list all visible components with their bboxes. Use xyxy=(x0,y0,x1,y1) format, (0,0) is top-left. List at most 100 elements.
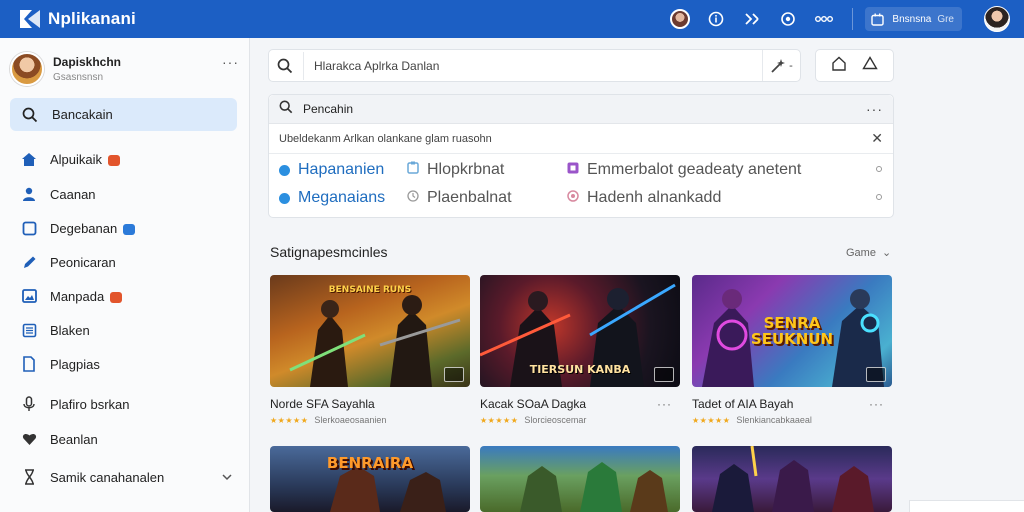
sidebar-item-label: Alpuikaik xyxy=(50,151,103,167)
topbar-button-extra: Gre xyxy=(937,13,954,25)
profile-block[interactable]: Dapiskhchn Gsasnsnsn xyxy=(10,52,121,86)
chevron-down-icon[interactable] xyxy=(222,470,232,484)
section-filter-dropdown[interactable]: Game ⌄ xyxy=(846,246,891,259)
game-title: Kacak SOaA Dagka xyxy=(480,397,587,411)
top-avatar-small[interactable] xyxy=(670,9,691,29)
settings-icon[interactable] xyxy=(778,9,798,29)
sidebar-item-search[interactable]: Bancakain xyxy=(10,98,237,131)
suggestion-radio[interactable] xyxy=(876,166,882,172)
image-icon xyxy=(20,287,38,305)
suggestion-label: Meganaians xyxy=(298,189,386,206)
game-art-title: SENRA SEUKNUN xyxy=(750,314,834,348)
search-suggestion-panel: Pencahin ··· Ubeldekanm Arlkan olankane … xyxy=(268,94,894,218)
topbar-action-button[interactable]: Bnsnsna Gre xyxy=(865,7,962,31)
panel-title: Pencahin xyxy=(303,102,354,116)
person-icon xyxy=(20,185,38,203)
sidebar-item-1[interactable]: Alpuikaik xyxy=(20,148,121,170)
sidebar-item-5[interactable]: Manpada xyxy=(20,285,123,307)
game-thumbnail[interactable] xyxy=(480,446,680,512)
game-subtitle: Slorcieoscemar xyxy=(524,415,587,425)
sidebar-item-4[interactable]: Peonicaran xyxy=(20,251,116,273)
suggestion-item[interactable]: Hapananien xyxy=(279,161,384,179)
suggestion-item[interactable]: Emmerbalot geadeaty anetent xyxy=(567,161,801,179)
corner-widget[interactable] xyxy=(909,500,1024,512)
calendar-icon xyxy=(871,13,885,26)
top-bar: Nplikanani Bnsnsna Gre xyxy=(0,0,1024,38)
game-thumbnail[interactable]: BENSAINE RUNS xyxy=(270,275,470,387)
sidebar-item-10[interactable]: Samik canahanalen xyxy=(20,466,164,488)
section-title: Satignapesmcinles xyxy=(270,244,388,260)
sidebar-item-2[interactable]: Caanan xyxy=(20,183,96,205)
sidebar-item-label: Bancakain xyxy=(52,107,113,122)
sidebar-item-label: Caanan xyxy=(50,186,96,202)
topbar-button-label: Bnsnsna xyxy=(892,13,932,25)
more-options-icon[interactable]: ··· xyxy=(866,101,883,117)
game-art-title: BENRAIRA xyxy=(326,454,414,472)
hourglass-icon xyxy=(20,468,38,486)
logo-icon xyxy=(18,8,42,30)
apps-icon[interactable] xyxy=(814,9,834,29)
sidebar-item-label: Peonicaran xyxy=(50,254,116,270)
magic-tool-button[interactable]: - xyxy=(762,50,800,81)
chevron-down-icon: ⌄ xyxy=(882,247,892,259)
game-subtitle: Slerkoaeosaanien xyxy=(314,415,387,425)
grid-icon[interactable] xyxy=(742,9,762,29)
game-card[interactable]: BENSAINE RUNS Norde SFA Sayahla ★★★★★ Sl… xyxy=(270,275,470,425)
pen-icon xyxy=(20,253,38,271)
sidebar-item-label: Blaken xyxy=(50,322,90,338)
hint-text: Ubeldekanm Arlkan olankane glam ruasohn xyxy=(279,132,492,145)
game-art-title: BENSAINE RUNS xyxy=(328,285,412,295)
sidebar-item-7[interactable]: Plagpias xyxy=(20,353,100,375)
close-icon[interactable]: ✕ xyxy=(871,130,883,147)
more-options-icon[interactable]: ··· xyxy=(869,397,884,411)
sidebar-item-8[interactable]: Plafiro bsrkan xyxy=(20,393,129,415)
game-card[interactable]: TIERSUN KANBA Kacak SOaA Dagka ··· ★★★★★… xyxy=(480,275,680,425)
sidebar-item-3[interactable]: Degebanan xyxy=(20,217,136,239)
game-thumbnail[interactable]: BENRAIRA xyxy=(270,446,470,512)
user-avatar[interactable] xyxy=(984,6,1010,32)
home-outline-icon[interactable] xyxy=(831,56,847,76)
suggestion-label: Hapananien xyxy=(298,161,385,178)
suggestion-item[interactable]: Plaenbalnat xyxy=(407,189,512,207)
heart-icon xyxy=(20,430,38,448)
app-title: Nplikanani xyxy=(48,9,136,28)
suggestion-radio[interactable] xyxy=(876,194,882,200)
sidebar-item-label: Plagpias xyxy=(50,356,100,372)
purple-square-icon xyxy=(567,161,579,179)
topbar-divider xyxy=(852,8,854,30)
search-icon xyxy=(269,58,301,74)
mic-icon xyxy=(20,395,38,413)
search-bar: - xyxy=(268,49,801,82)
suggestion-item[interactable]: Hadenh alnankadd xyxy=(567,189,721,207)
sidebar-item-9[interactable]: Beanlan xyxy=(20,428,98,450)
game-thumbnail[interactable]: TIERSUN KANBA xyxy=(480,275,680,387)
search-icon xyxy=(22,107,38,123)
game-art-title: TIERSUN KANBA xyxy=(529,363,631,376)
panel-header: Pencahin xyxy=(269,95,893,124)
suggestion-label: Plaenbalnat xyxy=(427,189,512,206)
pink-circle-icon xyxy=(567,189,579,207)
notification-badge xyxy=(108,154,121,166)
sidebar-item-6[interactable]: Blaken xyxy=(20,319,90,341)
rating-stars-icon: ★★★★★ xyxy=(692,415,731,425)
info-icon[interactable] xyxy=(706,9,726,29)
profile-more-icon[interactable]: ··· xyxy=(222,54,239,70)
game-subtitle: Slenkiancabkaaeal xyxy=(736,415,812,425)
game-thumbnail[interactable]: SENRA SEUKNUN xyxy=(692,275,892,387)
more-options-icon[interactable]: ··· xyxy=(657,397,672,411)
game-rating-row: ★★★★★ Slenkiancabkaaeal xyxy=(692,415,892,425)
suggestion-item[interactable]: Meganaians xyxy=(279,189,385,207)
game-card[interactable]: SENRA SEUKNUN Tadet of AIA Bayah ··· ★★★… xyxy=(692,275,892,425)
game-thumbnail[interactable] xyxy=(692,446,892,512)
suggestion-icon xyxy=(279,192,290,204)
notification-badge xyxy=(123,223,136,235)
triangle-icon[interactable] xyxy=(862,56,878,75)
document-icon xyxy=(20,355,38,373)
media-tag-icon xyxy=(866,367,886,382)
suggestion-icon xyxy=(279,164,290,176)
suggestion-item[interactable]: Hlopkrbnat xyxy=(407,161,504,179)
search-input[interactable] xyxy=(303,51,743,80)
app-logo[interactable]: Nplikanani xyxy=(18,8,136,30)
game-title: Norde SFA Sayahla xyxy=(270,397,375,411)
clock-icon xyxy=(407,189,419,207)
